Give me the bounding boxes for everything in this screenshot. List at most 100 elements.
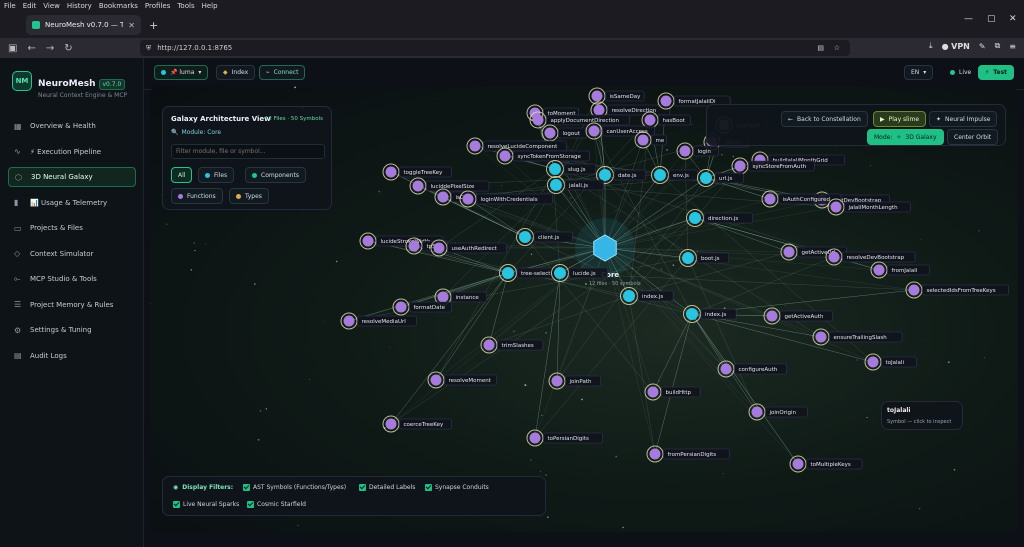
- test-button[interactable]: ⚡ Test: [978, 65, 1015, 80]
- symbol-node[interactable]: logout: [541, 124, 588, 142]
- project-selector[interactable]: 📌 luma ▾: [154, 65, 209, 80]
- reload-icon[interactable]: ↻: [64, 43, 72, 54]
- browser-tab[interactable]: NeuroMesh v0.7.0 — Task-conc ✕: [26, 15, 141, 35]
- connect-button[interactable]: ⌁ Connect: [259, 65, 306, 80]
- mode-toggle[interactable]: Mode: ✧ 3D Galaxy: [867, 129, 944, 145]
- symbol-node[interactable]: joinOrigin: [748, 403, 808, 421]
- bookmark-star-icon[interactable]: ☆: [834, 44, 840, 52]
- star: [455, 241, 456, 243]
- menu-profiles[interactable]: Profiles: [145, 2, 170, 10]
- symbol-node[interactable]: joinPath: [548, 372, 602, 390]
- sidebar-item-7[interactable]: ☰ Project Memory & Rules: [8, 295, 136, 315]
- symbol-node[interactable]: resolveMoment: [427, 371, 498, 389]
- node-label: getActiveAuth: [785, 314, 824, 320]
- node-dot: [623, 290, 635, 302]
- language-selector[interactable]: EN ▾: [904, 65, 934, 80]
- reader-icon[interactable]: ▤: [817, 44, 824, 52]
- symbol-node[interactable]: toPersianDigits: [526, 429, 603, 447]
- sidebar-toggle-icon[interactable]: ▣: [8, 43, 17, 54]
- sidebar-item-6[interactable]: ⟜ MCP Studio & Tools: [8, 269, 136, 289]
- node-label: jalali.js: [568, 183, 588, 189]
- galaxy-canvas[interactable]: Core 12 files · 50 symbols isSameDay toMome…: [150, 86, 1018, 532]
- extensions-icon[interactable]: ✎: [979, 42, 986, 51]
- download-icon[interactable]: ⤓: [929, 41, 933, 51]
- symbol-node[interactable]: ensureTrailingSlash: [812, 328, 903, 346]
- star: [296, 102, 297, 103]
- maximize-icon[interactable]: ▢: [987, 14, 996, 24]
- menu-icon[interactable]: ≡: [1009, 42, 1016, 51]
- filter-input[interactable]: [171, 144, 325, 159]
- address-field[interactable]: ⛨ http://127.0.0.1:8765 ▤ ☆: [140, 40, 850, 56]
- node-label: boot.js: [701, 256, 720, 262]
- synapse-link: [628, 165, 741, 297]
- symbol-node[interactable]: fromJalali: [870, 261, 930, 279]
- file-node[interactable]: env.js: [651, 166, 698, 184]
- file-node[interactable]: client.js: [516, 228, 573, 246]
- center-orbit-button[interactable]: Center Orbit: [947, 129, 999, 145]
- back-icon[interactable]: ←: [27, 43, 35, 54]
- close-tab-icon[interactable]: ✕: [128, 21, 135, 30]
- node-label: jalaliMonthLength: [848, 205, 899, 211]
- checkbox-icon[interactable]: [173, 501, 180, 508]
- index-button[interactable]: ◆ Index: [216, 65, 256, 80]
- share-icon[interactable]: ⧉: [995, 41, 1001, 51]
- chip-functions[interactable]: Functions: [171, 188, 223, 204]
- checkbox-icon[interactable]: [247, 501, 254, 508]
- menu-help[interactable]: Help: [202, 2, 218, 10]
- vpn-button[interactable]: ● VPN: [942, 42, 970, 51]
- site-info-icon[interactable]: ⛨: [146, 44, 151, 53]
- symbol-node[interactable]: coerceTreeKey: [382, 415, 453, 433]
- new-tab-icon[interactable]: +: [149, 19, 158, 32]
- node-dot: [764, 193, 776, 205]
- sidebar-item-9[interactable]: ▤ Audit Logs: [8, 346, 136, 366]
- menu-edit[interactable]: Edit: [23, 2, 37, 10]
- node-dot: [649, 448, 661, 460]
- star: [978, 230, 980, 232]
- sidebar-item-1[interactable]: ∿ ⚡ Execution Pipeline: [8, 142, 136, 162]
- play-slime-button[interactable]: ▶ Play slime: [873, 111, 927, 127]
- menu-tools[interactable]: Tools: [177, 2, 194, 10]
- neural-impulse-button[interactable]: ✦ Neural Impulse: [929, 111, 998, 127]
- star: [947, 361, 950, 364]
- menu-history[interactable]: History: [67, 2, 92, 10]
- symbol-node[interactable]: fromPersianDigits: [646, 445, 730, 463]
- minimize-icon[interactable]: —: [964, 14, 973, 24]
- filter-live-sparks[interactable]: Live Neural Sparks: [173, 501, 239, 508]
- symbol-node[interactable]: getActiveAuth: [763, 307, 834, 325]
- filter-detailed-labels[interactable]: Detailed Labels: [359, 484, 415, 491]
- back-to-constellation-button[interactable]: ← Back to Constellation: [781, 111, 868, 127]
- sidebar-item-5[interactable]: ◇ Context Simulator: [8, 244, 136, 264]
- chip-components[interactable]: Components: [245, 167, 306, 183]
- menu-bookmarks[interactable]: Bookmarks: [99, 2, 138, 10]
- symbol-node[interactable]: buildHttp: [644, 383, 701, 401]
- file-node[interactable]: direction.js: [686, 209, 754, 227]
- menu-file[interactable]: File: [4, 2, 16, 10]
- star: [309, 378, 311, 380]
- symbol-node[interactable]: resolveDevBootstrap: [825, 248, 916, 266]
- checkbox-icon[interactable]: [359, 484, 366, 491]
- chip-all[interactable]: All: [171, 167, 193, 183]
- sidebar-item-4[interactable]: ▭ Projects & Files: [8, 218, 136, 238]
- file-node[interactable]: index.js: [683, 305, 737, 323]
- filter-synapse-conduits[interactable]: Synapse Conduits: [425, 484, 489, 491]
- sidebar-item-8[interactable]: ⚙ Settings & Tuning: [8, 320, 136, 340]
- checkbox-icon[interactable]: [425, 484, 432, 491]
- sidebar-item-2[interactable]: ⬡ 3D Neural Galaxy: [8, 167, 136, 187]
- symbol-node[interactable]: toJalali: [864, 353, 918, 371]
- window-close-icon[interactable]: ✕: [1009, 14, 1017, 24]
- symbol-node[interactable]: toMultipleKeys: [789, 455, 863, 473]
- symbol-node[interactable]: selectedIdsFromTreeKeys: [905, 281, 1009, 299]
- star: [581, 398, 583, 401]
- forward-icon[interactable]: →: [46, 43, 54, 54]
- sidebar-item-3[interactable]: ▮ 📊 Usage & Telemetry: [8, 193, 136, 213]
- sidebar-item-0[interactable]: ▦ Overview & Health: [8, 116, 136, 136]
- symbol-node[interactable]: configureAuth: [717, 360, 788, 378]
- chip-files[interactable]: Files: [198, 167, 235, 183]
- node-label: ensureTrailingSlash: [834, 335, 888, 341]
- sidebar-item-label: ⚡ Execution Pipeline: [30, 147, 102, 156]
- checkbox-icon[interactable]: [243, 484, 250, 491]
- filter-ast-symbols[interactable]: AST Symbols (Functions/Types): [243, 484, 346, 491]
- filter-cosmic-starfield[interactable]: Cosmic Starfield: [247, 501, 306, 508]
- chip-types[interactable]: Types: [229, 188, 269, 204]
- menu-view[interactable]: View: [43, 2, 60, 10]
